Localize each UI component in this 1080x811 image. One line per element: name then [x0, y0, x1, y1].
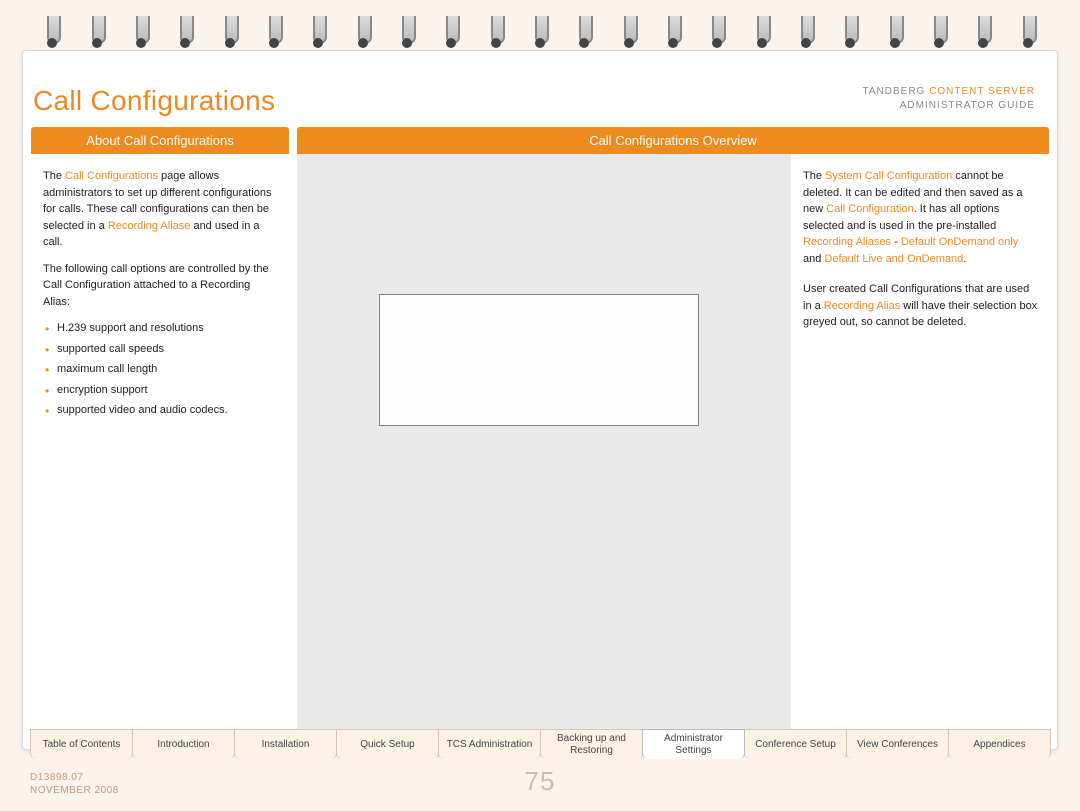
brand-name: TANDBERG: [863, 86, 930, 97]
tab-installation[interactable]: Installation: [234, 729, 337, 759]
bullet-item: supported call speeds: [43, 341, 277, 358]
tab-tcs-administration[interactable]: TCS Administration: [438, 729, 541, 759]
tab-appendices[interactable]: Appendices: [948, 729, 1051, 759]
left-heading: About Call Configurations: [31, 127, 289, 154]
left-para2: The following call options are controlle…: [43, 261, 277, 311]
bullet-item: maximum call length: [43, 361, 277, 378]
page-title: Call Configurations: [33, 85, 275, 117]
tab-conference-setup[interactable]: Conference Setup: [744, 729, 847, 759]
right-column: Call Configurations Overview The System …: [297, 127, 1049, 734]
content-columns: About Call Configurations The Call Confi…: [23, 127, 1057, 734]
right-para1: The System Call Configuration cannot be …: [803, 168, 1039, 267]
left-column: About Call Configurations The Call Confi…: [31, 127, 289, 734]
tab-introduction[interactable]: Introduction: [132, 729, 235, 759]
page: Call Configurations TANDBERG CONTENT SER…: [22, 50, 1058, 750]
header: Call Configurations TANDBERG CONTENT SER…: [23, 51, 1057, 127]
brand-block: TANDBERG CONTENT SERVER ADMINISTRATOR GU…: [863, 85, 1035, 113]
left-body: The Call Configurations page allows admi…: [31, 154, 289, 437]
right-split: The System Call Configuration cannot be …: [297, 154, 1049, 734]
bullet-item: encryption support: [43, 382, 277, 399]
right-para2: User created Call Configurations that ar…: [803, 281, 1039, 331]
tab-view-conferences[interactable]: View Conferences: [846, 729, 949, 759]
page-number: 75: [30, 766, 1050, 797]
tab-administrator-settings[interactable]: Administrator Settings: [642, 729, 745, 759]
right-text: The System Call Configuration cannot be …: [797, 154, 1049, 734]
right-heading: Call Configurations Overview: [297, 127, 1049, 154]
bullet-item: supported video and audio codecs.: [43, 402, 277, 419]
bullet-list: H.239 support and resolutions supported c…: [43, 320, 277, 419]
inner-box: [379, 294, 699, 426]
bullet-item: H.239 support and resolutions: [43, 320, 277, 337]
left-para1: The Call Configurations page allows admi…: [43, 168, 277, 251]
tab-quick-setup[interactable]: Quick Setup: [336, 729, 439, 759]
screenshot-placeholder: [297, 154, 791, 734]
footer: D13898.07 NOVEMBER 2008 75: [30, 771, 1050, 797]
tab-backing-up-and-restoring[interactable]: Backing up and Restoring: [540, 729, 643, 759]
brand-product: CONTENT SERVER: [929, 86, 1035, 97]
brand-subtitle: ADMINISTRATOR GUIDE: [863, 99, 1035, 113]
nav-tabs: Table of ContentsIntroductionInstallatio…: [30, 729, 1050, 759]
tab-table-of-contents[interactable]: Table of Contents: [30, 729, 133, 759]
